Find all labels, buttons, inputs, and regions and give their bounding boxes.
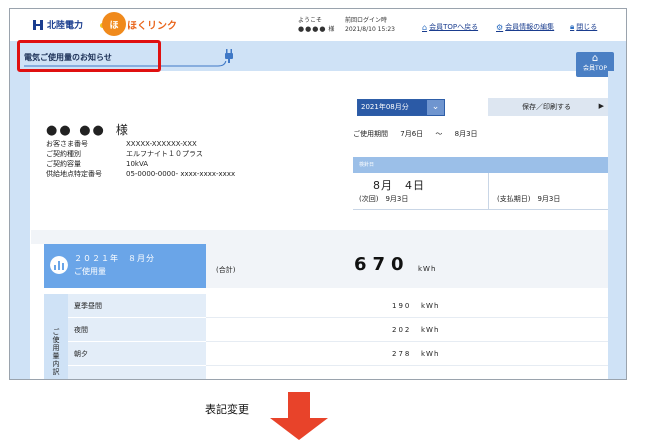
payment-due-label: (支払期日) xyxy=(497,195,531,203)
right-rail xyxy=(608,71,626,379)
usage-period: ご使用期間 7月6日 ～ 8月3日 xyxy=(353,129,478,139)
meter-date-cell: 8月 4日 (次回) 9月3日 xyxy=(353,173,489,209)
breakdown-rows: 夏季昼間 190 kWh 夜間 202 kWh 朝夕 278 kWh xyxy=(68,294,608,379)
payment-due-cell: (支払期日) 9月3日 xyxy=(493,173,608,209)
total-unit: kWh xyxy=(418,265,437,273)
usage-total: (合計) 670 kWh xyxy=(206,244,608,288)
table-row: 朝夕 278 kWh xyxy=(68,342,608,366)
home-icon: ⌂ xyxy=(422,22,428,32)
info-value: 05-0000-0000- xxxx-xxxx-xxxx xyxy=(126,170,236,178)
lock-icon: 🔒︎ xyxy=(570,22,575,31)
period-from: 7月6日 xyxy=(400,130,424,138)
welcome-block: ようこそ ●●●● 様 xyxy=(298,16,334,34)
info-key: お客さま番号 xyxy=(46,140,88,148)
last-login: 前回ログイン時 2021/8/10 15:23 xyxy=(345,16,395,34)
left-rail xyxy=(10,71,30,379)
total-label: (合計) xyxy=(216,266,236,274)
home-icon: ⌂ xyxy=(591,53,599,64)
usage-month: ２０２１年 ８月分 xyxy=(74,254,155,263)
plug-icon xyxy=(225,49,233,63)
row-unit: kWh xyxy=(421,350,440,358)
user-suffix: 様 xyxy=(328,26,335,33)
period-label: ご使用期間 xyxy=(353,130,388,138)
divider xyxy=(353,209,608,210)
last-login-value: 2021/8/10 15:23 xyxy=(345,26,395,33)
row-value-cell: 202 kWh xyxy=(206,318,608,342)
info-value: 10kVA xyxy=(126,160,149,168)
next-meter: (次回) 9月3日 xyxy=(359,194,408,204)
edit-member-link-label: 会員情報の編集 xyxy=(505,23,555,31)
table-row xyxy=(68,366,608,379)
month-select-value: 2021年08月分 xyxy=(358,100,427,115)
row-value: 202 xyxy=(392,326,412,334)
breakdown-label-cell: ご使用量内訳 xyxy=(44,294,68,379)
company-name: 北陸電力 xyxy=(47,21,84,31)
next-meter-label: (次回) xyxy=(359,195,379,203)
month-select[interactable]: 2021年08月分 ⌄ xyxy=(357,99,445,116)
usage-breakdown: ご使用量内訳 夏季昼間 190 kWh 夜間 202 kWh 朝夕 278 kW… xyxy=(44,294,608,379)
hokuriku-logo-icon xyxy=(33,19,43,30)
service-logo[interactable]: ほ ほくリンク xyxy=(102,12,177,36)
info-row: 供給地点特定番号 05-0000-0000- xxxx-xxxx-xxxx xyxy=(46,169,235,179)
period-sep: ～ xyxy=(435,130,443,138)
header: 北陸電力 ほ ほくリンク ようこそ ●●●● 様 前回ログイン時 2021/8/… xyxy=(10,9,626,41)
meter-date: 8月 4日 xyxy=(373,179,425,192)
row-unit: kWh xyxy=(421,302,440,310)
info-row: ご契約容量 10kVA xyxy=(46,159,235,169)
info-row: お客さま番号 XXXXX-XXXXXX-XXX xyxy=(46,139,235,149)
next-meter-date: 9月3日 xyxy=(385,195,409,203)
customer-info: お客さま番号 XXXXX-XXXXXX-XXX ご契約種別 エルフナイト１０プラス … xyxy=(46,139,235,179)
service-name: ほくリンク xyxy=(127,20,177,32)
row-name: 夜間 xyxy=(68,318,206,342)
usage-label: ご使用量 xyxy=(74,267,106,276)
payment-due: (支払期日) 9月3日 xyxy=(497,194,560,204)
meter-header: 検針日 xyxy=(353,157,608,173)
row-value: 278 xyxy=(392,350,412,358)
row-name: 夏季昼間 xyxy=(68,294,206,318)
edit-member-link[interactable]: ⚙ 会員情報の編集 xyxy=(496,22,554,32)
arrow-down-icon xyxy=(270,392,328,440)
customer-honorific: 様 xyxy=(115,123,130,137)
customer-name: ●● ●● 様 xyxy=(46,121,130,138)
info-value: エルフナイト１０プラス xyxy=(126,150,203,158)
save-print-button[interactable]: 保存／印刷する ▶ xyxy=(488,98,608,116)
info-value: XXXXX-XXXXXX-XXX xyxy=(126,140,197,148)
change-caption: 表記変更 xyxy=(205,403,249,416)
member-top-link[interactable]: ⌂ 会員TOPへ戻る xyxy=(422,22,478,32)
info-key: 供給地点特定番号 xyxy=(46,170,102,178)
info-row: ご契約種別 エルフナイト１０プラス xyxy=(46,149,235,159)
hokuriku-logo[interactable]: 北陸電力 xyxy=(32,18,83,31)
gear-icon: ⚙ xyxy=(496,22,504,32)
chevron-down-icon[interactable]: ⌄ xyxy=(427,100,444,115)
table-row: 夜間 202 kWh xyxy=(68,318,608,342)
close-link-label: 閉じる xyxy=(576,23,598,31)
close-link[interactable]: 🔒︎ 閉じる xyxy=(570,22,597,32)
row-value: 190 xyxy=(392,302,412,310)
welcome-label: ようこそ xyxy=(298,17,323,24)
row-value-cell: 278 kWh xyxy=(206,342,608,366)
total-value: 670 xyxy=(354,254,410,275)
triangle-right-icon: ▶ xyxy=(598,102,604,110)
service-logo-mark: ほ xyxy=(102,12,126,36)
period-to: 8月3日 xyxy=(454,130,478,138)
member-top-link-label: 会員TOPへ戻る xyxy=(429,23,479,31)
payment-due-date: 9月3日 xyxy=(537,195,561,203)
info-key: ご契約種別 xyxy=(46,150,81,158)
info-key: ご契約容量 xyxy=(46,160,81,168)
breakdown-label: ご使用量内訳 xyxy=(52,328,60,376)
save-print-label: 保存／印刷する xyxy=(522,103,571,111)
section-divider xyxy=(31,230,608,244)
row-value-cell xyxy=(206,366,608,379)
title-highlight xyxy=(17,40,161,72)
user-name: ●●●● xyxy=(298,25,327,33)
row-value-cell: 190 kWh xyxy=(206,294,608,318)
row-name xyxy=(68,366,206,379)
last-login-label: 前回ログイン時 xyxy=(345,17,388,24)
row-unit: kWh xyxy=(421,326,440,334)
customer-name-value: ●● ●● xyxy=(46,123,106,138)
table-row: 夏季昼間 190 kWh xyxy=(68,294,608,318)
usage-header: ２０２１年 ８月分 ご使用量 xyxy=(44,244,206,288)
chart-icon xyxy=(50,256,68,274)
row-name: 朝夕 xyxy=(68,342,206,366)
